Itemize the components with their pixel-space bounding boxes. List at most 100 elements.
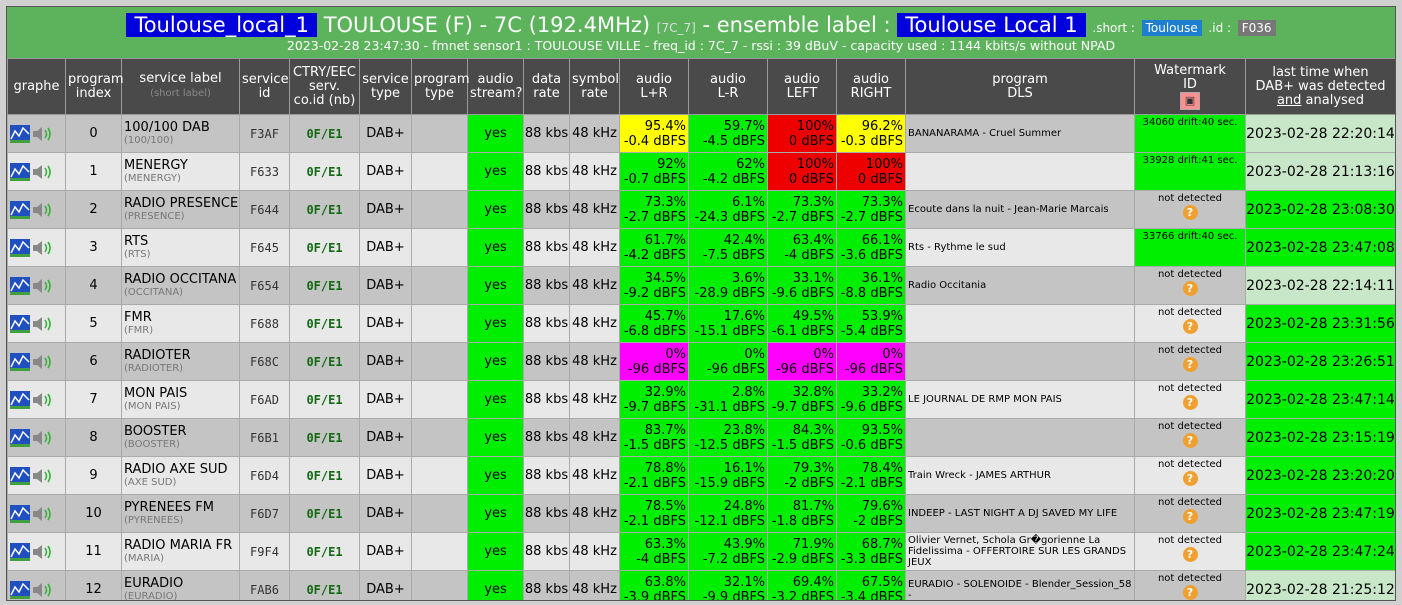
graph-chart-icon[interactable] [10, 352, 30, 371]
speaker-icon[interactable] [32, 468, 54, 484]
graph-chart-icon[interactable] [10, 314, 30, 333]
service-label-short: (MON PAIS) [124, 400, 181, 412]
audio-stream: yes [467, 418, 524, 457]
service-label-main: RADIO MARIA FR [124, 537, 233, 553]
graph-chart-icon[interactable] [10, 542, 30, 561]
help-icon[interactable]: ? [1182, 357, 1198, 372]
graph-chart-icon[interactable] [10, 200, 30, 219]
service-id-text: F6D7 [250, 506, 279, 521]
program-dls: INDEEP - LAST NIGHT A DJ SAVED MY LIFE [905, 494, 1135, 533]
program-index: 11 [65, 532, 122, 571]
graph-chart-icon[interactable] [10, 580, 30, 599]
ensemble-label-badge: Toulouse Local 1 [897, 13, 1086, 37]
audio-left: 84.3% -1.5 dBFS [767, 418, 837, 457]
service-label-main: 100/100 DAB [124, 119, 210, 135]
help-icon[interactable]: ? [1182, 471, 1198, 486]
help-icon[interactable]: ? [1182, 205, 1198, 220]
symbol-rate-text: 48 kHz [572, 544, 617, 559]
help-icon[interactable]: ? [1182, 281, 1198, 296]
audio-right-percent: 36.1% [861, 270, 903, 286]
audio-left-dbfs: -6.1 dBFS [771, 323, 834, 339]
speaker-icon[interactable] [32, 430, 54, 446]
speaker-icon[interactable] [32, 202, 54, 218]
short-label-badge: Toulouse [1141, 20, 1202, 36]
speaker-icon[interactable] [32, 278, 54, 294]
symbol-rate: 48 kHz [569, 418, 620, 457]
help-icon[interactable]: ? [1182, 433, 1198, 448]
speaker-icon[interactable] [32, 544, 54, 560]
speaker-icon[interactable] [32, 354, 54, 370]
audio-lr-percent: 78.5% [644, 498, 686, 514]
audio-lr: 92% -0.7 dBFS [619, 152, 689, 191]
service-id-text: F68C [250, 354, 279, 369]
service-id-text: FAB6 [250, 582, 279, 597]
symbol-rate-text: 48 kHz [572, 202, 617, 217]
program-dls: Train Wreck - JAMES ARTHUR [905, 456, 1135, 495]
table-header-row: graphe program index service label (short … [7, 58, 1395, 115]
program-dls: LE JOURNAL DE RMP MON PAIS [905, 380, 1135, 419]
audio-lr-dbfs: -0.4 dBFS [623, 133, 686, 149]
speaker-icon[interactable] [32, 582, 54, 598]
audio-left-dbfs: -2 dBFS [784, 475, 834, 491]
graph-chart-icon[interactable] [10, 466, 30, 485]
audio-stream-text: yes [484, 164, 507, 179]
service-label-main: FMR [124, 309, 152, 325]
speaker-icon[interactable] [32, 392, 54, 408]
audio-left-percent: 79.3% [792, 460, 834, 476]
country-code-text: 0F/E1 [306, 126, 343, 141]
audio-stream: yes [467, 532, 524, 571]
table-row: 4 RADIO OCCITANA (OCCITANA) F654 0F/E1 DAB+ ye… [7, 266, 1395, 305]
audio-lr-dbfs: -2.7 dBFS [623, 209, 686, 225]
speaker-icon[interactable] [32, 126, 54, 142]
help-icon[interactable]: ? [1182, 395, 1198, 410]
data-rate-text: 88 kbs [524, 126, 569, 141]
last-detected-time: 2023-02-28 23:20:20 [1245, 456, 1395, 495]
audio-right-dbfs: -2 dBFS [853, 513, 903, 529]
help-icon[interactable]: ? [1182, 509, 1198, 524]
audio-left-percent: 71.9% [792, 536, 834, 552]
service-label-main: MENERGY [124, 157, 188, 173]
graph-chart-icon[interactable] [10, 238, 30, 257]
speaker-icon[interactable] [32, 164, 54, 180]
help-icon[interactable]: ? [1182, 585, 1198, 600]
audio-left: 49.5% -6.1 dBFS [767, 304, 837, 343]
speaker-icon[interactable] [32, 316, 54, 332]
table-row: 6 RADIOTER (RADIOTER) F68C 0F/E1 DAB+ yes 88 kb… [7, 342, 1395, 381]
country-code: 0F/E1 [289, 456, 360, 495]
service-id-text: F645 [250, 240, 279, 255]
program-type [411, 570, 468, 600]
audio-lr: 63.8% -3.9 dBFS [619, 570, 689, 600]
last-detected-time-text: 2023-02-28 23:47:24 [1246, 543, 1395, 560]
speaker-icon[interactable] [32, 240, 54, 256]
graph-chart-icon[interactable] [10, 390, 30, 409]
service-id: FAB6 [239, 570, 290, 600]
speaker-icon[interactable] [32, 506, 54, 522]
graph-chart-icon[interactable] [10, 124, 30, 143]
audio-stream-text: yes [484, 468, 507, 483]
symbol-rate-text: 48 kHz [572, 354, 617, 369]
audio-left-percent: 81.7% [792, 498, 834, 514]
audio-lr-percent: 92% [657, 156, 686, 172]
last-detected-time: 2023-02-28 23:26:51 [1245, 342, 1395, 381]
help-icon[interactable]: ? [1182, 547, 1198, 562]
service-id: F6AD [239, 380, 290, 419]
audio-left-dbfs: -96 dBFS [775, 361, 834, 377]
country-code: 0F/E1 [289, 304, 360, 343]
program-index: 8 [65, 418, 122, 457]
graph-chart-icon[interactable] [10, 162, 30, 181]
audio-lr: 83.7% -1.5 dBFS [619, 418, 689, 457]
country-code: 0F/E1 [289, 152, 360, 191]
service-id: F3AF [239, 114, 290, 153]
graph-chart-icon[interactable] [10, 504, 30, 523]
service-type-text: DAB+ [366, 316, 405, 331]
symbol-rate: 48 kHz [569, 304, 620, 343]
data-rate: 88 kbs [523, 114, 570, 153]
program-index: 10 [65, 494, 122, 533]
program-index-text: 8 [89, 430, 98, 445]
graph-chart-icon[interactable] [10, 276, 30, 295]
help-icon[interactable]: ? [1182, 319, 1198, 334]
symbol-rate-text: 48 kHz [572, 278, 617, 293]
program-index-text: 3 [89, 240, 98, 255]
graph-chart-icon[interactable] [10, 428, 30, 447]
audio-lmr-dbfs: -7.2 dBFS [702, 551, 765, 567]
